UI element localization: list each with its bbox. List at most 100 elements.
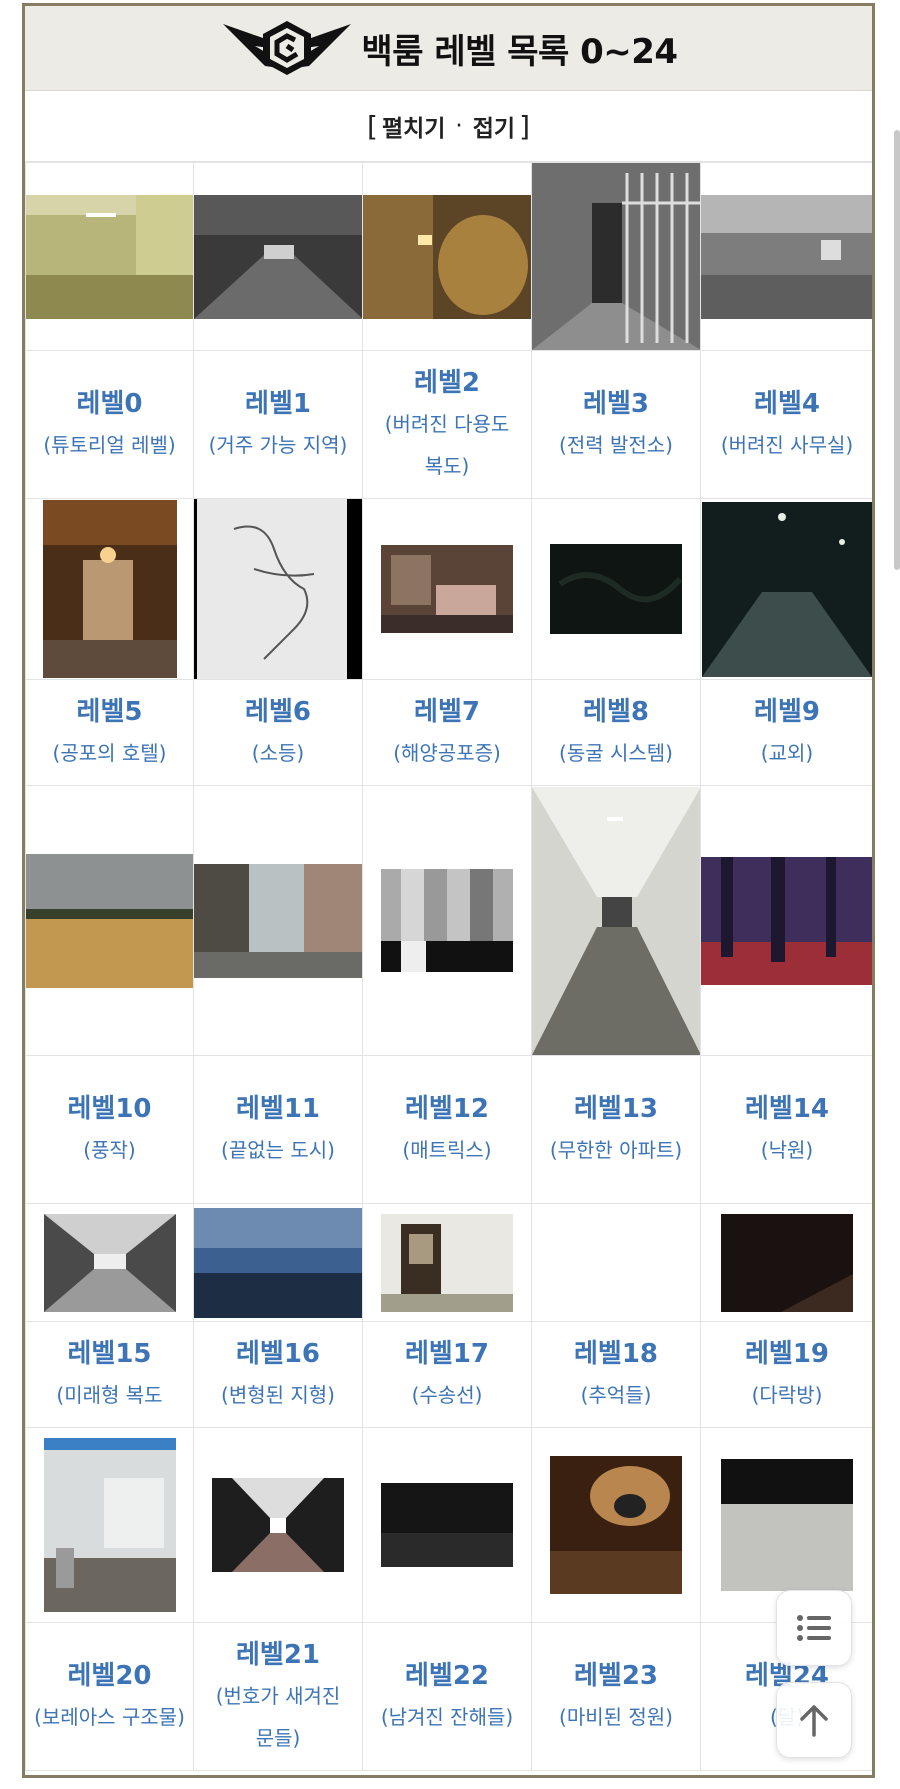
level17-image-cell[interactable]: [362, 1203, 532, 1322]
level5-link[interactable]: 레벨5: [27, 692, 193, 732]
fold-toggle: [ 펼치기 · 접기 ]: [25, 91, 872, 162]
level11-link[interactable]: 레벨11: [195, 1089, 362, 1129]
level5-image-cell[interactable]: [25, 498, 194, 680]
level15-image-cell[interactable]: [25, 1203, 194, 1322]
level13-link[interactable]: 레벨13: [533, 1089, 700, 1129]
level17-image[interactable]: [381, 1213, 513, 1312]
level21-image[interactable]: [212, 1478, 344, 1572]
level16-subtitle: (변형된 지형): [221, 1382, 335, 1407]
level7-image[interactable]: [381, 545, 513, 633]
scrollbar[interactable]: [894, 130, 900, 570]
level1-link[interactable]: 레벨1: [195, 384, 362, 424]
level4-subtitle: (버려진 사무실): [720, 432, 854, 457]
level18-subtitle: (추억들): [580, 1382, 652, 1407]
level15-subtitle: (미래형 복도: [56, 1382, 163, 1407]
level4-image-cell[interactable]: [700, 162, 874, 351]
level14-image-cell[interactable]: [700, 785, 874, 1056]
level8-image[interactable]: [550, 544, 682, 634]
level7-link[interactable]: 레벨7: [364, 692, 531, 732]
level7-image-cell[interactable]: [362, 498, 532, 680]
level3-label-cell: 레벨3 (전력 발전소): [531, 350, 701, 499]
level10-image-cell[interactable]: [25, 785, 194, 1056]
level14-link[interactable]: 레벨14: [702, 1089, 873, 1129]
level22-link[interactable]: 레벨22: [364, 1656, 531, 1696]
level21-link[interactable]: 레벨21: [195, 1635, 362, 1675]
level20-link[interactable]: 레벨20: [27, 1656, 193, 1696]
level19-label-cell: 레벨19 (다락방): [700, 1321, 873, 1428]
level18-link[interactable]: 레벨18: [533, 1334, 700, 1374]
level13-image[interactable]: [532, 786, 701, 1055]
level12-image-cell[interactable]: [362, 785, 532, 1056]
scroll-top-button[interactable]: [776, 1682, 852, 1758]
level15-image[interactable]: [43, 1213, 176, 1312]
level19-image-cell[interactable]: [700, 1203, 872, 1322]
level3-image[interactable]: [532, 163, 701, 350]
level14-image[interactable]: [701, 856, 874, 985]
level6-image-cell[interactable]: [193, 498, 363, 680]
level16-image[interactable]: [194, 1207, 363, 1318]
level22-image[interactable]: [381, 1483, 513, 1567]
level21-image-cell[interactable]: [193, 1427, 363, 1623]
level13-image-cell[interactable]: [531, 785, 701, 1056]
level14-subtitle: (낙원): [760, 1137, 814, 1162]
level20-image-cell[interactable]: [25, 1427, 194, 1623]
level1-image[interactable]: [194, 194, 363, 319]
level6-image[interactable]: [194, 499, 363, 679]
level23-image-cell[interactable]: [531, 1427, 701, 1623]
level4-link[interactable]: 레벨4: [702, 384, 873, 424]
winged-shield-emblem-icon: [223, 21, 352, 75]
level1-image-cell[interactable]: [193, 162, 363, 351]
level6-link[interactable]: 레벨6: [195, 692, 362, 732]
level3-subtitle: (전력 발전소): [559, 432, 673, 457]
level2-image-cell[interactable]: [362, 162, 532, 351]
level-grid: 레벨0 (튜토리얼 레벨) 레벨1 (거주 가능 지역) 레벨2 (버려진 다용도 복…: [25, 162, 874, 1771]
level10-label-cell: 레벨10 (풍작): [25, 1055, 194, 1204]
level22-subtitle: (남겨진 잔해들): [380, 1704, 514, 1729]
level0-image-cell[interactable]: [25, 162, 194, 351]
level22-image-cell[interactable]: [362, 1427, 532, 1623]
level4-image[interactable]: [701, 194, 874, 319]
level3-image-cell[interactable]: [531, 162, 701, 351]
level16-image-cell[interactable]: [193, 1203, 363, 1322]
level16-link[interactable]: 레벨16: [195, 1334, 362, 1374]
image-row: [25, 1203, 872, 1322]
level0-image[interactable]: [26, 194, 194, 319]
level22-label-cell: 레벨22 (남겨진 잔해들): [362, 1622, 532, 1771]
level14-label-cell: 레벨14 (낙원): [700, 1055, 873, 1204]
level19-image[interactable]: [721, 1213, 853, 1312]
level5-image[interactable]: [42, 500, 177, 678]
level8-image-cell[interactable]: [531, 498, 701, 680]
level2-link[interactable]: 레벨2: [364, 363, 531, 403]
toc-button[interactable]: [776, 1590, 852, 1666]
level20-image[interactable]: [43, 1438, 176, 1612]
level3-link[interactable]: 레벨3: [533, 384, 700, 424]
level10-link[interactable]: 레벨10: [27, 1089, 193, 1129]
level19-link[interactable]: 레벨19: [702, 1334, 873, 1374]
label-row: 레벨0 (튜토리얼 레벨) 레벨1 (거주 가능 지역) 레벨2 (버려진 다용도 복…: [25, 350, 873, 499]
level8-link[interactable]: 레벨8: [533, 692, 700, 732]
image-row: [25, 1427, 872, 1623]
level11-image[interactable]: [194, 863, 363, 978]
level15-link[interactable]: 레벨15: [27, 1334, 193, 1374]
level24-image[interactable]: [721, 1459, 853, 1591]
level17-link[interactable]: 레벨17: [364, 1334, 531, 1374]
expand-link[interactable]: 펼치기: [382, 109, 445, 143]
level11-image-cell[interactable]: [193, 785, 363, 1056]
level18-image-cell: [531, 1203, 701, 1322]
level23-link[interactable]: 레벨23: [533, 1656, 700, 1696]
level9-link[interactable]: 레벨9: [702, 692, 873, 732]
level21-subtitle: (번호가 새겨진 문들): [215, 1683, 341, 1750]
level0-link[interactable]: 레벨0: [27, 384, 193, 424]
level9-image-cell[interactable]: [700, 498, 872, 680]
level12-image[interactable]: [381, 869, 513, 972]
level7-subtitle: (해양공포증): [393, 740, 501, 765]
level9-image[interactable]: [702, 501, 872, 677]
level12-link[interactable]: 레벨12: [364, 1089, 531, 1129]
level10-image[interactable]: [26, 853, 194, 988]
image-row: [25, 498, 872, 680]
level23-image[interactable]: [550, 1456, 682, 1594]
collapse-link[interactable]: 접기: [473, 109, 515, 143]
level6-label-cell: 레벨6 (소등): [193, 679, 363, 786]
level2-image[interactable]: [363, 194, 532, 319]
level9-label-cell: 레벨9 (교외): [700, 679, 873, 786]
